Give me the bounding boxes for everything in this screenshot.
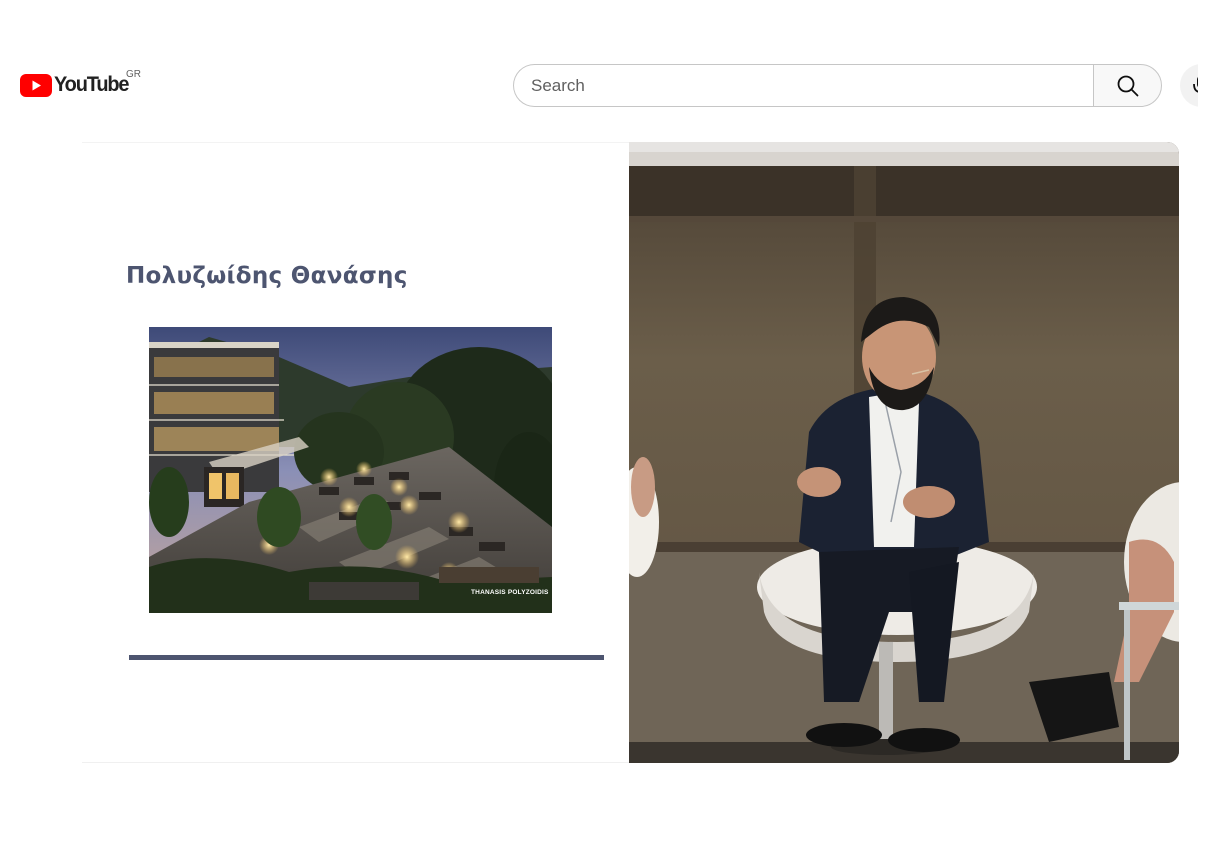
search-icon bbox=[1117, 75, 1138, 96]
slide-divider bbox=[129, 655, 604, 660]
presentation-slide: Πολυζωίδης Θανάσης THANASIS POLYZOIDIS bbox=[82, 142, 629, 763]
youtube-logo[interactable]: YouTube bbox=[20, 73, 132, 97]
search-bar bbox=[513, 64, 1162, 107]
youtube-play-icon bbox=[20, 73, 52, 97]
speaker-camera-feed bbox=[615, 142, 1179, 763]
hotel-terrace-image bbox=[149, 327, 552, 613]
video-player[interactable]: Πολυζωίδης Θανάσης THANASIS POLYZOIDIS bbox=[82, 142, 1179, 763]
search-input[interactable] bbox=[513, 64, 1093, 107]
speaker-image bbox=[615, 142, 1179, 763]
hotel-photo: THANASIS POLYZOIDIS bbox=[149, 327, 552, 613]
slide-title: Πολυζωίδης Θανάσης bbox=[126, 263, 408, 289]
search-button[interactable] bbox=[1093, 64, 1162, 107]
viewport-edge bbox=[1198, 50, 1209, 130]
photo-credit: THANASIS POLYZOIDIS bbox=[471, 589, 549, 596]
youtube-wordmark: YouTube bbox=[54, 73, 130, 96]
country-code: GR bbox=[126, 69, 141, 80]
